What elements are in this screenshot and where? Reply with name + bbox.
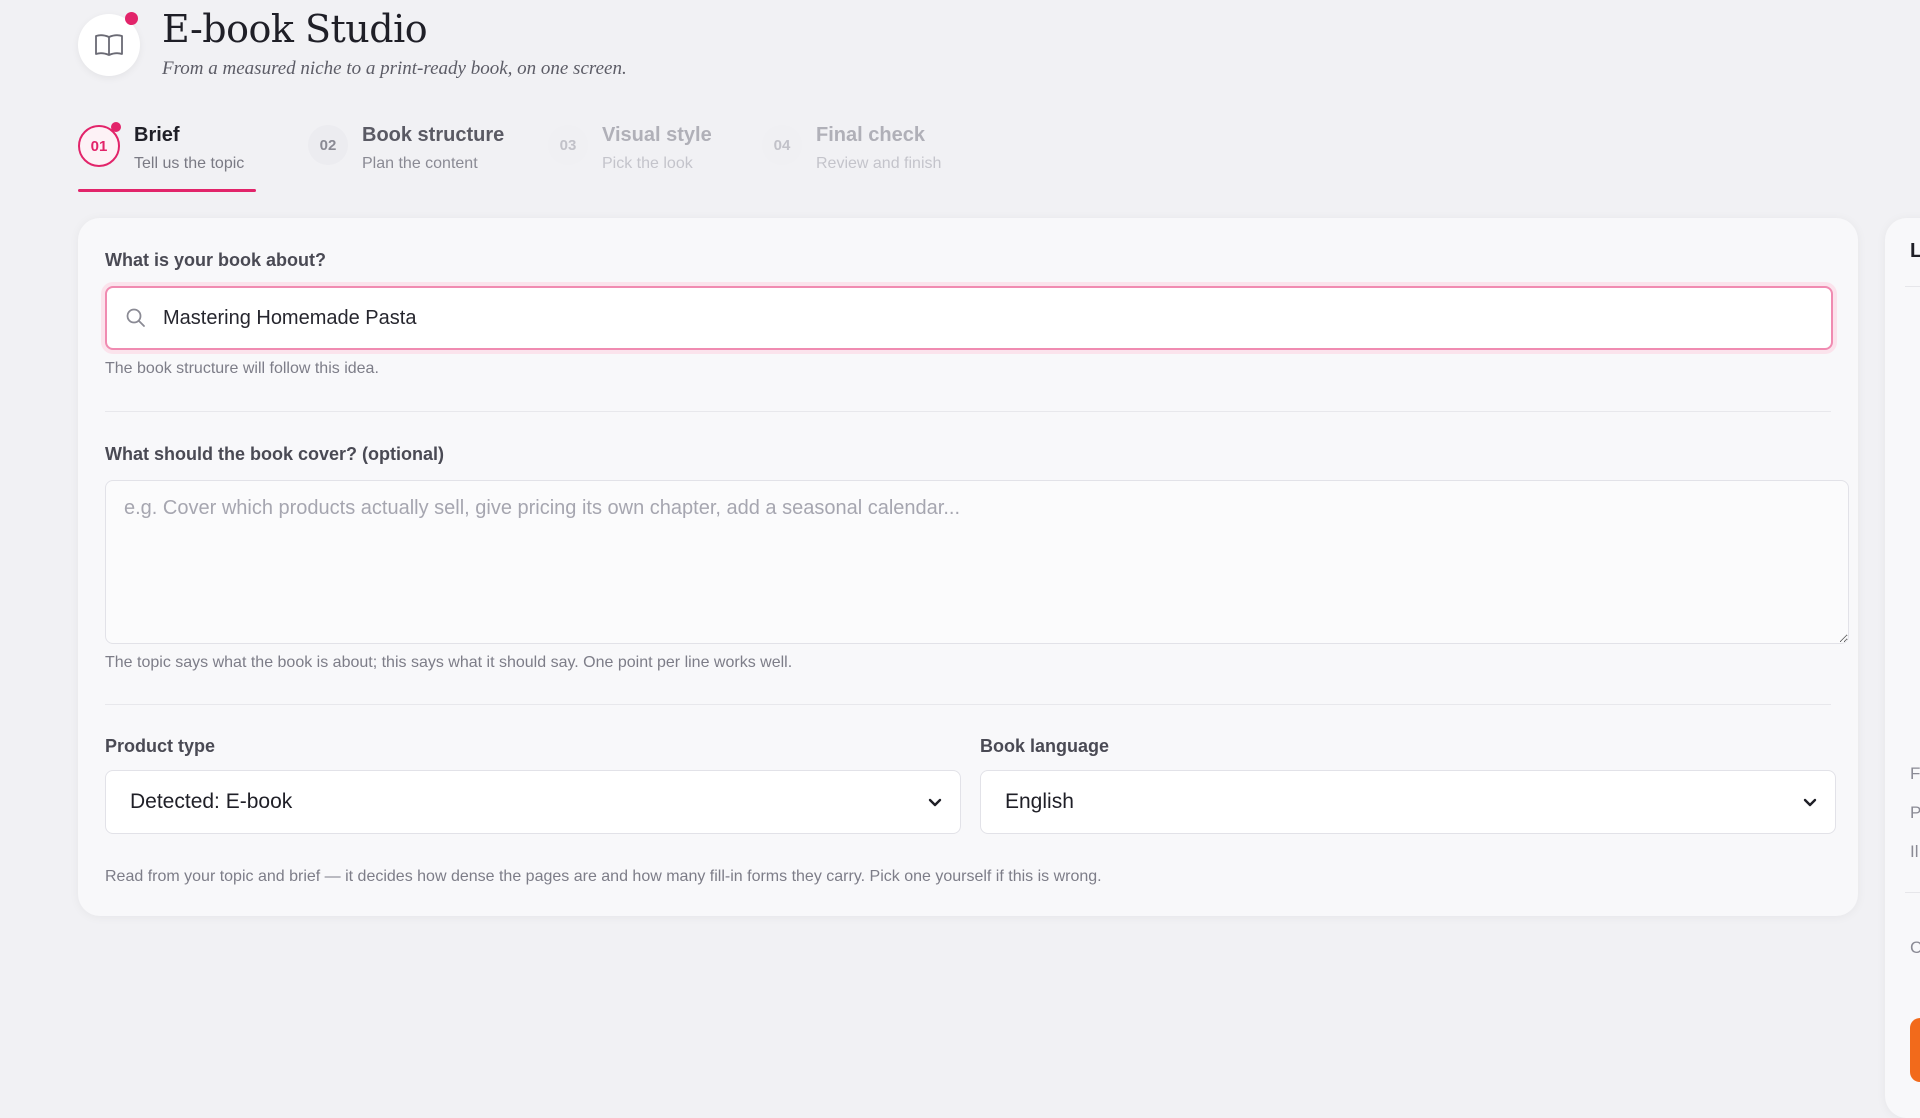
topic-input-wrapper[interactable] — [105, 286, 1833, 350]
side-panel-divider — [1905, 286, 1920, 287]
step-title: Final check — [816, 124, 925, 146]
step-book-structure[interactable]: 02 Book structure Plan the content — [308, 118, 528, 192]
section-divider — [105, 411, 1831, 412]
side-panel-divider — [1905, 892, 1920, 893]
side-panel-item: C — [1910, 938, 1920, 957]
primary-action-button[interactable] — [1910, 1018, 1920, 1082]
chevron-down-icon — [928, 798, 942, 807]
active-step-underline — [78, 189, 256, 192]
step-number: 02 — [308, 125, 348, 165]
book-open-icon — [95, 34, 123, 56]
step-subtitle: Review and finish — [816, 155, 942, 172]
step-title: Brief — [134, 124, 180, 146]
book-language-label: Book language — [980, 736, 1110, 756]
side-panel-item: P — [1910, 803, 1920, 822]
topic-label: What is your book about? — [105, 250, 326, 270]
brief-help-text: The topic says what the book is about; t… — [105, 654, 793, 671]
brief-form-card: What is your book about? The book struct… — [78, 218, 1858, 916]
step-number: 01 — [78, 122, 121, 167]
product-type-select[interactable]: Detected: E-book — [105, 770, 961, 834]
brief-textarea[interactable] — [105, 480, 1849, 644]
book-language-select[interactable]: English — [980, 770, 1836, 834]
topic-input[interactable] — [161, 305, 1765, 331]
step-title: Book structure — [362, 124, 505, 146]
side-panel-title: L — [1910, 240, 1920, 262]
section-divider — [105, 704, 1831, 705]
brief-label: What should the book cover? (optional) — [105, 444, 444, 464]
book-language-value: English — [1005, 790, 1074, 813]
side-panel-item: F — [1910, 764, 1920, 783]
wizard-stepper: 01 Brief Tell us the topic 02 Book struc… — [78, 118, 962, 192]
step-visual-style[interactable]: 03 Visual style Pick the look — [548, 118, 738, 192]
notification-dot — [125, 12, 138, 25]
selects-help-text: Read from your topic and brief — it deci… — [105, 868, 1102, 885]
app-title: E-book Studio — [162, 7, 428, 51]
step-number: 04 — [762, 125, 802, 165]
step-final-check[interactable]: 04 Final check Review and finish — [762, 118, 962, 192]
product-type-label: Product type — [105, 736, 216, 756]
side-panel: L F P Il C — [1885, 218, 1920, 1118]
app-logo — [78, 12, 140, 76]
product-type-value: Detected: E-book — [130, 790, 293, 813]
step-brief[interactable]: 01 Brief Tell us the topic — [78, 118, 256, 192]
chevron-down-icon — [1803, 798, 1817, 807]
step-number: 03 — [548, 125, 588, 165]
step-title: Visual style — [602, 124, 712, 146]
side-panel-item: Il — [1910, 842, 1919, 861]
step-subtitle: Pick the look — [602, 155, 693, 172]
search-icon — [126, 308, 145, 327]
app-subtitle: From a measured niche to a print-ready b… — [162, 58, 627, 79]
app-header: E-book Studio From a measured niche to a… — [78, 10, 627, 86]
topic-help-text: The book structure will follow this idea… — [105, 360, 379, 377]
active-indicator-dot — [111, 122, 121, 132]
step-subtitle: Plan the content — [362, 155, 478, 172]
step-subtitle: Tell us the topic — [134, 155, 245, 172]
